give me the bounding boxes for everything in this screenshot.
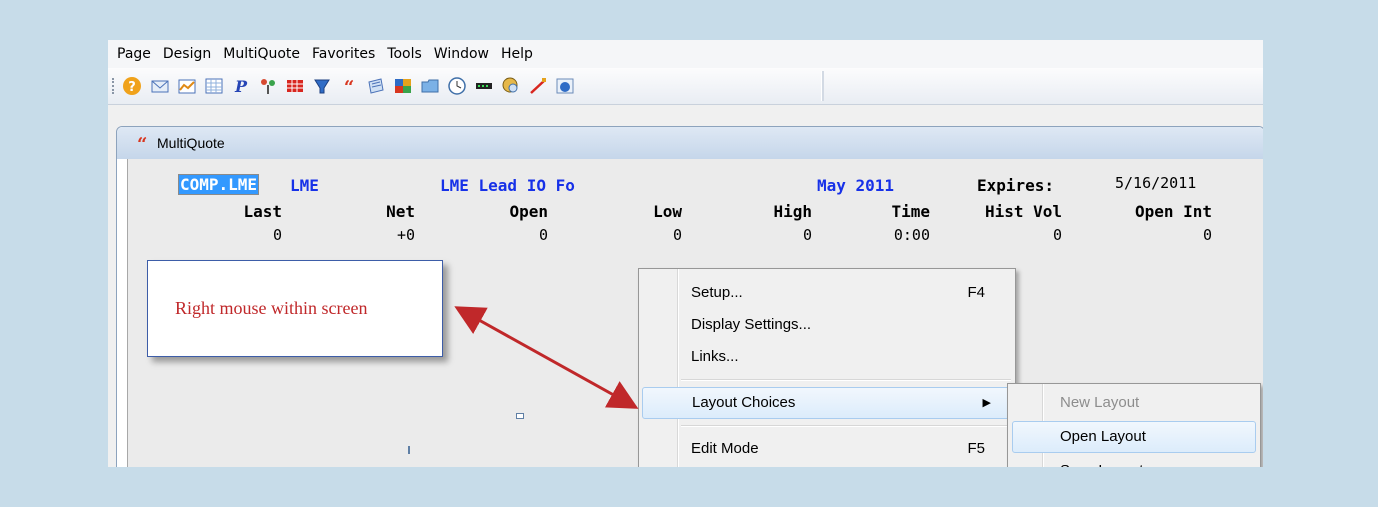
context-menu: Setup... F4 Display Settings... Links...… [638,268,1016,470]
ticker-icon[interactable] [474,76,494,96]
clock-icon[interactable] [447,76,467,96]
callout-text: Right mouse within screen [175,298,368,318]
header-low: Low [653,202,682,221]
menu-tools[interactable]: Tools [381,46,428,62]
menu-item-label: Links... [691,348,739,365]
filter-icon[interactable] [312,76,332,96]
value-open: 0 [538,226,548,244]
submenu-item-open-layout[interactable]: Open Layout [1012,421,1256,453]
tree-icon[interactable] [258,76,278,96]
menu-item-shortcut: F4 [967,284,985,301]
menu-item-shortcut: F5 [967,440,985,457]
svg-text:P: P [234,77,248,96]
header-open-int: Open Int [1134,202,1212,221]
menu-multiquote[interactable]: MultiQuote [217,46,306,62]
svg-text:“: “ [137,134,147,152]
menu-item-links[interactable]: Links... [639,342,1015,372]
menu-item-label: Display Settings... [691,316,812,333]
refresh-globe-icon[interactable] [555,76,575,96]
value-net: +0 [396,226,415,244]
menu-bar: Page Design MultiQuote Favorites Tools W… [108,40,1263,68]
grid-icon[interactable] [204,76,224,96]
line-tool-icon[interactable] [528,76,548,96]
expires-label: Expires: [977,176,1055,195]
toolbar-separator [821,71,824,101]
value-last: 0 [272,226,282,244]
resize-handle[interactable] [516,413,524,419]
menu-help[interactable]: Help [495,46,539,62]
description-label: LME Lead IO Fo [440,176,575,195]
menu-item-display-settings[interactable]: Display Settings... [639,310,1015,340]
menu-separator [681,425,1011,427]
menu-item-label: Edit Mode [691,440,759,457]
table-icon[interactable] [285,76,305,96]
toolbar: ? P “ [108,68,1263,105]
menu-item-setup[interactable]: Setup... F4 [639,278,1015,308]
menu-design[interactable]: Design [157,46,217,62]
toolbar-grip[interactable] [112,78,117,94]
header-hist-vol: Hist Vol [984,202,1062,221]
globe-search-icon[interactable] [501,76,521,96]
annotation-callout: Right mouse within screen [147,260,443,357]
symbol-text: COMP.LME [178,174,260,195]
page-margin-bottom [0,467,1378,507]
menu-favorites[interactable]: Favorites [306,46,381,62]
value-open-int: 0 [1202,226,1212,244]
value-hist-vol: 0 [1052,226,1062,244]
exchange-label: LME [290,176,319,195]
heatmap-icon[interactable] [393,76,413,96]
value-time: 0:00 [893,226,930,244]
page-margin-right [1263,0,1378,507]
menu-page[interactable]: Page [108,46,157,62]
menu-item-label: New Layout [1060,394,1140,411]
header-open: Open [509,202,548,221]
header-time: Time [891,202,930,221]
header-high: High [773,202,812,221]
submenu-item-new-layout[interactable]: New Layout [1008,388,1260,418]
svg-text:?: ? [128,80,136,95]
submenu-arrow-icon: ▶ [982,397,991,409]
menu-item-layout-choices[interactable]: Layout Choices ▶ [642,387,1010,419]
p-icon[interactable]: P [231,76,251,96]
mail-icon[interactable] [150,76,170,96]
header-last: Last [243,202,282,221]
menu-item-label: Open Layout [1060,428,1146,445]
month-label: May 2011 [817,176,895,195]
value-high: 0 [802,226,812,244]
quote-icon: “ [137,134,147,152]
folder-icon[interactable] [420,76,440,96]
news-icon[interactable] [366,76,386,96]
expires-value: 5/16/2011 [1115,174,1197,192]
chart-icon[interactable] [177,76,197,96]
value-low: 0 [672,226,682,244]
svg-text:“: “ [344,77,354,96]
menu-window[interactable]: Window [428,46,495,62]
multiquote-title-bar[interactable]: “ MultiQuote [117,127,1264,159]
menu-item-label: Layout Choices [692,394,796,411]
multiquote-title: MultiQuote [157,135,225,151]
menu-item-edit-mode[interactable]: Edit Mode F5 [639,434,1015,464]
menu-separator [681,379,1011,381]
quote-icon[interactable]: “ [339,76,359,96]
cursor-mark [408,446,410,454]
menu-item-label: Setup... [691,284,743,301]
layout-submenu: New Layout Open Layout Save Layout [1007,383,1261,475]
help-icon[interactable]: ? [122,76,142,96]
header-net: Net [386,202,415,221]
